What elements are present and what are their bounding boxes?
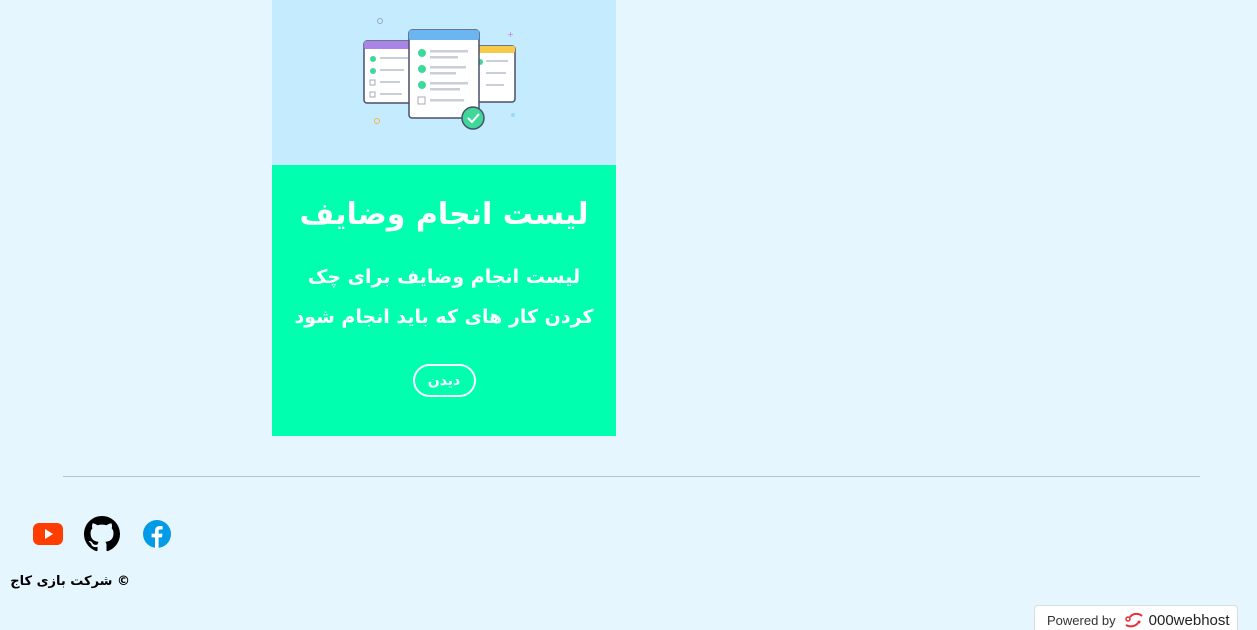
powered-by-label: Powered by xyxy=(1047,612,1116,628)
card-image: + xyxy=(272,0,616,165)
youtube-link[interactable] xyxy=(32,516,64,552)
facebook-icon xyxy=(143,520,171,548)
youtube-icon xyxy=(33,523,63,545)
copyright-text: © شرکت بازی کاج xyxy=(10,574,130,589)
facebook-link[interactable] xyxy=(142,516,172,552)
project-card: + لیست انجام وضایف لیست انجام وضایف برای… xyxy=(272,0,616,436)
github-link[interactable] xyxy=(84,516,120,552)
000webhost-logo-icon xyxy=(1124,612,1143,628)
card-body: لیست انجام وضایف لیست انجام وضایف برای چ… xyxy=(272,165,616,436)
footer-divider xyxy=(63,476,1200,477)
checklist-illustration-icon: + xyxy=(363,18,516,130)
card-description: لیست انجام وضایف برای چک کردن کار های که… xyxy=(294,266,594,328)
powered-by-brand: 000webhost xyxy=(1148,611,1230,629)
card-title: لیست انجام وضایف xyxy=(299,197,589,232)
page: + لیست انجام وضایف لیست انجام وضایف برای… xyxy=(0,0,1257,630)
view-button[interactable]: دیدن xyxy=(412,364,476,397)
github-icon xyxy=(84,516,120,552)
powered-by-badge[interactable]: Powered by 000webhost xyxy=(1034,605,1238,630)
svg-text:+: + xyxy=(507,30,514,39)
